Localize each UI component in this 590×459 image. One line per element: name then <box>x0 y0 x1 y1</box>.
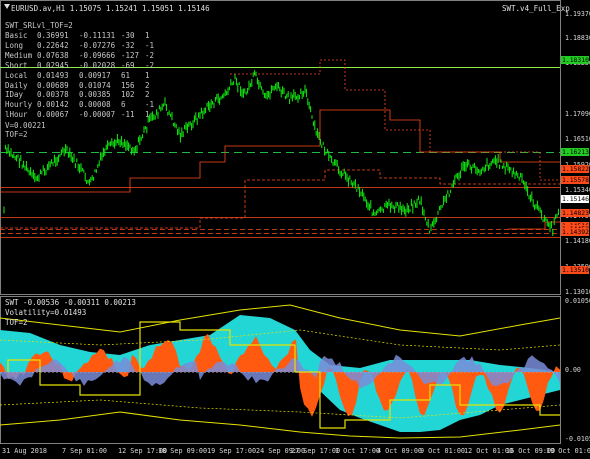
stats-cell: 61 <box>121 70 131 80</box>
stats-cell: 102 <box>121 90 135 100</box>
stats-cell: lHour <box>5 110 28 120</box>
stats-cell: 6 <box>121 100 126 110</box>
price-level-tag: 1.16213 <box>561 147 589 156</box>
stats-row: Local 0.01493 0.00917 61 1 <box>5 71 155 81</box>
stats-cell: Local <box>5 70 28 80</box>
stats-cell: -0.02028 <box>79 60 116 70</box>
stats-cell: -2 <box>145 50 155 60</box>
stats-cell: 0.00689 <box>37 80 69 90</box>
stats-cell: 0.22642 <box>37 40 69 50</box>
stats-cell: 0.00385 <box>79 90 111 100</box>
stats-cell: Basic <box>5 31 28 40</box>
stats-cell: 0.01493 <box>37 70 69 80</box>
time-tick-label: 27 Sep 17:00 <box>291 447 341 455</box>
stats-cell: Hourly <box>5 100 33 110</box>
stats-cell: -11 <box>121 110 135 120</box>
stats-cell: 0.00142 <box>37 100 69 110</box>
stats-cell: 0.36991 <box>37 31 69 40</box>
stats-cell: -0.07276 <box>79 40 116 50</box>
stats-cell: 0.00067 <box>37 110 69 120</box>
trailing-step-line <box>508 221 560 230</box>
stats-cell: -0.00007 <box>79 110 116 120</box>
stats-cell: -2 <box>145 60 155 70</box>
stats-cell: Long <box>5 40 24 50</box>
stats-cell: -0.09666 <box>79 50 116 60</box>
stats-cell: -32 <box>121 40 135 50</box>
price-tick-label: 1.15340 <box>565 186 590 195</box>
price-tick-label: 1.14180 <box>565 236 590 245</box>
time-tick-label: 4 Oct 09:00 <box>377 447 423 455</box>
price-tick-label: 1.13010 <box>565 288 590 296</box>
time-tick-label: 31 Aug 2018 <box>2 447 48 455</box>
time-tick-label: 7 Sep 01:00 <box>62 447 108 455</box>
time-tick-label: 1 Oct 17:00 <box>335 447 381 455</box>
stats-cell: 0.00008 <box>79 100 111 110</box>
time-tick-label: 9 Oct 01:00 <box>420 447 466 455</box>
v-value: V=0.00221 <box>5 121 46 130</box>
stats-cell: 0.07638 <box>37 50 69 60</box>
tof-value: TOF=2 <box>5 130 28 139</box>
stats-cell: -30 <box>121 31 135 40</box>
stats-row: Short 0.02945 -0.02028 -69 -2 <box>5 61 155 71</box>
stats-cell: 1 <box>145 110 150 120</box>
stats-table: Basic 0.36991 -0.11131 -30 1 Long 0.22642 -0.07… <box>5 31 155 120</box>
stats-row: Basic 0.36991 -0.11131 -30 1 <box>5 31 155 41</box>
stats-cell: 156 <box>121 80 135 90</box>
stats-cell: 0.02945 <box>37 60 69 70</box>
tof-sub-label: TOF=2 <box>5 318 28 327</box>
stats-row: lHour 0.00067 -0.00007 -11 1 <box>5 110 155 120</box>
collapse-arrow-icon[interactable] <box>4 4 10 9</box>
stats-cell: -0.11131 <box>79 31 116 40</box>
swt-indicator-plot <box>0 304 561 439</box>
stats-cell: 2 <box>145 90 150 100</box>
stats-cell: 2 <box>145 80 150 90</box>
stats-title: SWT_SRLvl_TOF=2 <box>5 21 73 30</box>
time-tick-label: 18 Sep 09:00 <box>158 447 208 455</box>
stats-cell: Daily <box>5 80 28 90</box>
symbol-ohlc-line: EURUSD.av,H1 1.15075 1.15241 1.15051 1.1… <box>11 4 210 13</box>
stats-cell: IDay <box>5 90 24 100</box>
price-level-tag: 1.14392 <box>561 227 589 236</box>
stats-cell: -127 <box>121 50 140 60</box>
price-tick-label: 1.19370 <box>565 10 590 18</box>
price-level-tag: 1.18310 <box>561 56 589 65</box>
price-tick-label: 1.17090 <box>565 109 590 118</box>
price-tick-label: 1.16510 <box>565 135 590 143</box>
indicator-name: SWT.v4_Full_Exp <box>502 4 570 13</box>
price-level-tag: 1.15146 <box>561 194 589 203</box>
indicator-tick-label: -0.01050 <box>565 435 590 443</box>
stats-cell: 1 <box>145 70 150 80</box>
stats-cell: 0.01074 <box>79 80 111 90</box>
stats-row: Daily 0.00689 0.01074 156 2 <box>5 81 155 91</box>
stats-cell: 0.00378 <box>37 90 69 100</box>
stats-row: Long 0.22642 -0.07276 -32 -1 <box>5 41 155 51</box>
price-level-tag: 1.15822 <box>561 165 589 174</box>
price-level-tag: 1.13510 <box>561 266 589 275</box>
time-tick-label: 19 Sep 17:00 <box>207 447 257 455</box>
price-level-tag: 1.14823 <box>561 208 589 217</box>
price-tick-label: 1.18830 <box>565 33 590 42</box>
trailing-step-line <box>0 169 560 229</box>
stats-row: Hourly 0.00142 0.00008 6 -1 <box>5 100 155 110</box>
stats-cell: Medium <box>5 50 33 60</box>
indicator-tick-label: 0.00 <box>565 366 581 374</box>
stats-cell: 0.00917 <box>79 70 111 80</box>
sub-window-header: SWT -0.00536 -0.00311 0.00213 <box>5 298 136 307</box>
stats-cell: Short <box>5 60 28 70</box>
stats-cell: 1 <box>145 31 150 40</box>
time-tick-label: 19 Oct 01:00 <box>546 447 590 455</box>
stats-cell: -69 <box>121 60 135 70</box>
stats-row: Medium 0.07638 -0.09666 -127 -2 <box>5 51 155 61</box>
stats-row: IDay 0.00378 0.00385 102 2 <box>5 90 155 100</box>
stats-cell: -1 <box>145 100 155 110</box>
indicator-tick-label: 0.01050 <box>565 297 590 305</box>
stats-cell: -1 <box>145 40 155 50</box>
price-level-tag: 1.15578 <box>561 175 589 184</box>
volatility-label: Volatility=0.01493 <box>5 308 87 317</box>
